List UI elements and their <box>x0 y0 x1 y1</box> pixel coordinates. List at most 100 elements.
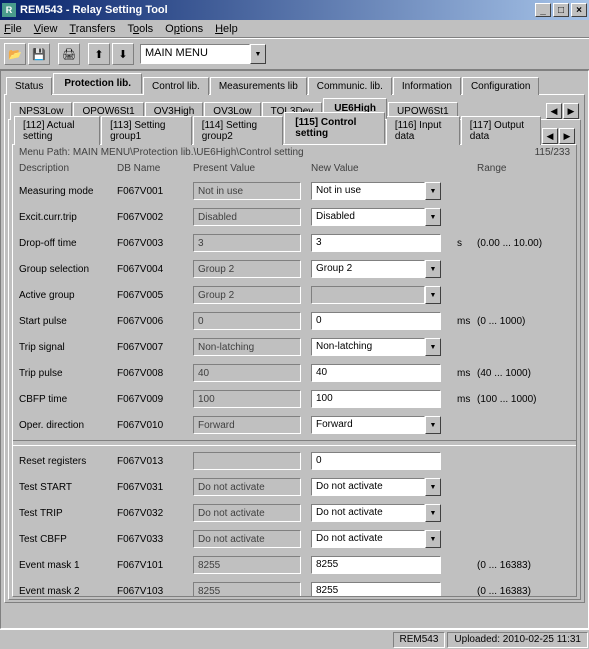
param-row: Start pulseF067V00600ms(0 ... 1000) <box>13 308 576 334</box>
tab-nav-right[interactable]: ▶ <box>559 128 575 144</box>
menu-options[interactable]: Options <box>165 23 203 35</box>
param-row: Oper. directionF067V010ForwardForward <box>13 412 576 438</box>
param-dbname: F067V005 <box>117 290 193 301</box>
tab-configuration[interactable]: Configuration <box>462 77 539 95</box>
dropdown-button <box>425 286 441 304</box>
param-dbname: F067V103 <box>117 586 193 597</box>
dropdown-button[interactable] <box>425 530 441 548</box>
tab--113-setting-group1[interactable]: [113] Setting group1 <box>101 116 192 145</box>
param-row: Drop-off timeF067V00333s(0.00 ... 10.00) <box>13 230 576 256</box>
new-value-input[interactable]: 3 <box>311 234 441 252</box>
param-description: Drop-off time <box>19 238 117 249</box>
tab--112-actual-setting[interactable]: [112] Actual setting <box>14 116 100 145</box>
menu-view[interactable]: View <box>34 23 58 35</box>
tab-protection-lib-[interactable]: Protection lib. <box>53 73 142 94</box>
param-description: Oper. direction <box>19 420 117 431</box>
new-value-combo[interactable]: Non-latching <box>311 338 425 356</box>
main-menu-dropdown-button[interactable] <box>250 44 266 64</box>
present-value: 3 <box>193 234 301 252</box>
window-title: REM543 - Relay Setting Tool <box>20 4 535 16</box>
new-value-input[interactable]: 40 <box>311 364 441 382</box>
tab--116-input-data[interactable]: [116] Input data <box>386 116 460 145</box>
param-row: Reset registersF067V0130 <box>13 448 576 474</box>
dropdown-button[interactable] <box>425 260 441 278</box>
new-value-combo[interactable]: Group 2 <box>311 260 425 278</box>
param-row: Test TRIPF067V032Do not activateDo not a… <box>13 500 576 526</box>
upload-button[interactable]: ⬆ <box>88 43 110 65</box>
new-value-input[interactable]: 8255 <box>311 582 441 596</box>
open-button[interactable]: 📂 <box>4 43 26 65</box>
tab-control-lib-[interactable]: Control lib. <box>143 77 209 95</box>
param-dbname: F067V009 <box>117 394 193 405</box>
present-value: Do not activate <box>193 530 301 548</box>
dropdown-button[interactable] <box>425 416 441 434</box>
minimize-button[interactable]: _ <box>535 3 551 17</box>
tab-nav-left[interactable]: ◀ <box>546 103 562 119</box>
param-dbname: F067V008 <box>117 368 193 379</box>
dropdown-button[interactable] <box>425 208 441 226</box>
param-dbname: F067V033 <box>117 534 193 545</box>
data-area: Measuring modeF067V001Not in useNot in u… <box>13 178 576 596</box>
param-dbname: F067V101 <box>117 560 193 571</box>
param-description: Trip signal <box>19 342 117 353</box>
param-row: Trip signalF067V007Non-latchingNon-latch… <box>13 334 576 360</box>
tab-information[interactable]: Information <box>393 77 461 95</box>
param-description: Test CBFP <box>19 534 117 545</box>
tab-status[interactable]: Status <box>6 77 52 95</box>
new-value-combo <box>311 286 425 304</box>
save-button[interactable]: 💾 <box>28 43 50 65</box>
close-button[interactable]: × <box>571 3 587 17</box>
param-row: Trip pulseF067V0084040ms(40 ... 1000) <box>13 360 576 386</box>
section-separator <box>13 440 576 446</box>
unit-label: ms <box>453 316 477 327</box>
col-new: New Value <box>311 163 453 174</box>
tab--114-setting-group2[interactable]: [114] Setting group2 <box>193 116 284 145</box>
param-dbname: F067V013 <box>117 456 193 467</box>
new-value-combo[interactable]: Do not activate <box>311 478 425 496</box>
menu-transfers[interactable]: Transfers <box>69 23 115 35</box>
param-dbname: F067V031 <box>117 482 193 493</box>
dropdown-button[interactable] <box>425 338 441 356</box>
col-present: Present Value <box>193 163 311 174</box>
param-dbname: F067V006 <box>117 316 193 327</box>
present-value: 100 <box>193 390 301 408</box>
tab-communic-lib-[interactable]: Communic. lib. <box>308 77 392 95</box>
dropdown-button[interactable] <box>425 182 441 200</box>
tab-nav-right[interactable]: ▶ <box>563 103 579 119</box>
tab-measurements-lib[interactable]: Measurements lib <box>210 77 307 95</box>
new-value-input[interactable]: 0 <box>311 312 441 330</box>
menu-file[interactable]: File <box>4 23 22 35</box>
param-row: Test CBFPF067V033Do not activateDo not a… <box>13 526 576 552</box>
param-description: Test TRIP <box>19 508 117 519</box>
tab-nav-left[interactable]: ◀ <box>542 128 558 144</box>
tab--117-output-data[interactable]: [117] Output data <box>461 116 541 145</box>
main-menu-combo[interactable]: MAIN MENU <box>140 44 250 64</box>
col-description: Description <box>19 163 117 174</box>
dropdown-button[interactable] <box>425 504 441 522</box>
new-value-combo[interactable]: Forward <box>311 416 425 434</box>
column-header-row: Description DB Name Present Value New Va… <box>13 162 576 178</box>
new-value-input[interactable]: 0 <box>311 452 441 470</box>
menu-help[interactable]: Help <box>215 23 238 35</box>
download-button[interactable]: ⬇ <box>112 43 134 65</box>
range-label: (0 ... 1000) <box>477 316 569 327</box>
unit-label: ms <box>453 368 477 379</box>
dropdown-button[interactable] <box>425 478 441 496</box>
new-value-input[interactable]: 8255 <box>311 556 441 574</box>
top-tab-strip: StatusProtection lib.Control lib.Measure… <box>4 74 585 94</box>
menu-tools[interactable]: Tools <box>127 23 153 35</box>
new-value-combo[interactable]: Do not activate <box>311 504 425 522</box>
print-button[interactable]: 🖨 <box>58 43 80 65</box>
tab--115-control-setting[interactable]: [115] Control setting <box>284 112 385 144</box>
unit-label: s <box>453 238 477 249</box>
new-value-combo[interactable]: Disabled <box>311 208 425 226</box>
new-value-input[interactable]: 100 <box>311 390 441 408</box>
status-bar: REM543 Uploaded: 2010-02-25 11:31 <box>0 629 589 649</box>
param-row: Group selectionF067V004Group 2Group 2 <box>13 256 576 282</box>
new-value-combo[interactable]: Do not activate <box>311 530 425 548</box>
third-tab-strip: [112] Actual setting[113] Setting group1… <box>12 124 577 144</box>
new-value-combo[interactable]: Not in use <box>311 182 425 200</box>
param-row: Excit.curr.tripF067V002DisabledDisabled <box>13 204 576 230</box>
maximize-button[interactable]: □ <box>553 3 569 17</box>
toolbar: 📂 💾 🖨 ⬆ ⬇ MAIN MENU <box>0 38 589 70</box>
